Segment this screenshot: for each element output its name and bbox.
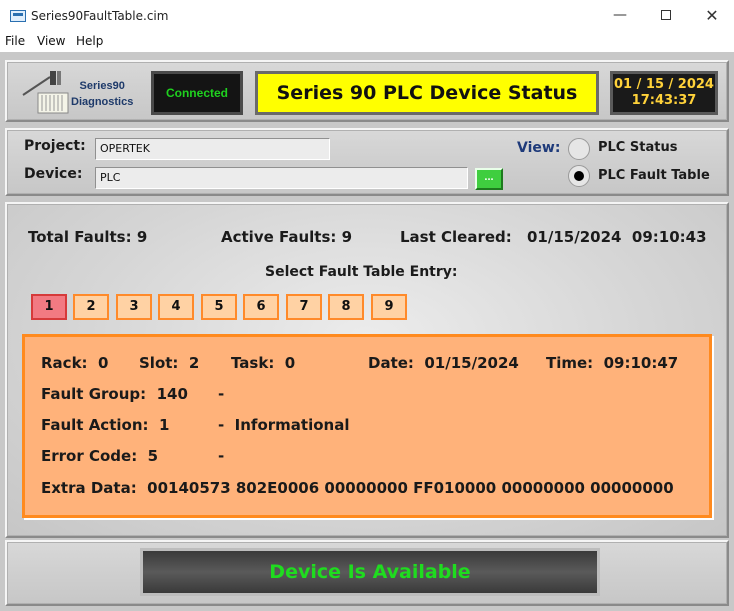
device-label: Device: [24,166,83,182]
menu-help[interactable]: Help [76,34,103,48]
fault-detail-box: Rack: 0 Slot: 2 Task: 0 Date: 01/15/2024… [22,334,712,518]
clock-time: 17:43:37 [631,93,697,108]
browse-device-button[interactable]: ... [475,168,503,190]
fault-slot: Slot: 2 [139,354,200,372]
radio-plc-fault-table[interactable] [568,165,590,187]
active-faults: Active Faults: 9 [221,228,353,246]
last-cleared-value: 01/15/2024 09:10:43 [527,228,707,246]
fault-entry-button-5[interactable]: 5 [201,294,237,320]
maximize-button[interactable] [643,0,689,31]
error-code: Error Code: 5 [41,447,159,465]
fault-entry-button-2[interactable]: 2 [73,294,109,320]
app-icon [10,10,26,22]
project-label: Project: [24,138,86,154]
fault-entry-button-3[interactable]: 3 [116,294,152,320]
fault-group: Fault Group: 140 [41,385,188,403]
radio-plc-fault-table-label[interactable]: PLC Fault Table [598,168,710,183]
minimize-button[interactable]: — [597,0,643,31]
fault-entry-button-1[interactable]: 1 [31,294,67,320]
header-panel: Series90 Diagnostics Connected Series 90… [5,60,729,122]
logo-line1: Series90 [79,80,125,92]
project-field[interactable]: OPERTEK [95,138,330,160]
connection-status-indicator: Connected [151,71,243,115]
radio-plc-status-label[interactable]: PLC Status [598,140,677,155]
fault-entry-button-7[interactable]: 7 [286,294,322,320]
last-cleared-label: Last Cleared: [400,228,512,246]
plc-logo-icon [22,71,69,114]
fault-date: Date: 01/15/2024 [368,354,519,372]
menu-file[interactable]: File [5,34,25,48]
fault-entry-button-6[interactable]: 6 [243,294,279,320]
radio-plc-status[interactable] [568,138,590,160]
fault-task: Task: 0 [231,354,296,372]
project-device-panel: Project: OPERTEK Device: PLC ... View: P… [5,128,729,196]
clock-display: 01 / 15 / 2024 17:43:37 [610,71,718,115]
device-field[interactable]: PLC [95,167,468,189]
select-entry-label: Select Fault Table Entry: [265,264,458,280]
fault-action-desc: - Informational [218,416,350,434]
menu-view[interactable]: View [37,34,65,48]
fault-group-desc: - [218,385,225,403]
fault-entry-button-9[interactable]: 9 [371,294,407,320]
total-faults: Total Faults: 9 [28,228,148,246]
fault-action: Fault Action: 1 [41,416,170,434]
window-title: Series90FaultTable.cim [31,9,169,23]
maximize-icon [661,10,671,20]
clock-date: 01 / 15 / 2024 [614,77,714,92]
logo-text: Series90 Diagnostics [71,78,133,110]
fault-time: Time: 09:10:47 [546,354,679,372]
logo-line2: Diagnostics [71,96,134,108]
status-panel: Device Is Available [5,540,729,606]
device-status-message: Device Is Available [140,548,600,596]
error-code-desc: - [218,447,225,465]
page-title: Series 90 PLC Device Status [255,71,599,115]
close-button[interactable]: ✕ [689,0,734,31]
fault-rack: Rack: 0 [41,354,109,372]
extra-data: Extra Data: 00140573 802E0006 00000000 F… [41,479,674,497]
view-label: View: [517,140,561,156]
client-area: Series90 Diagnostics Connected Series 90… [0,52,734,611]
title-bar: Series90FaultTable.cim — ✕ [0,0,734,31]
fault-entry-button-4[interactable]: 4 [158,294,194,320]
menu-bar: File View Help [0,31,734,51]
fault-entry-button-8[interactable]: 8 [328,294,364,320]
